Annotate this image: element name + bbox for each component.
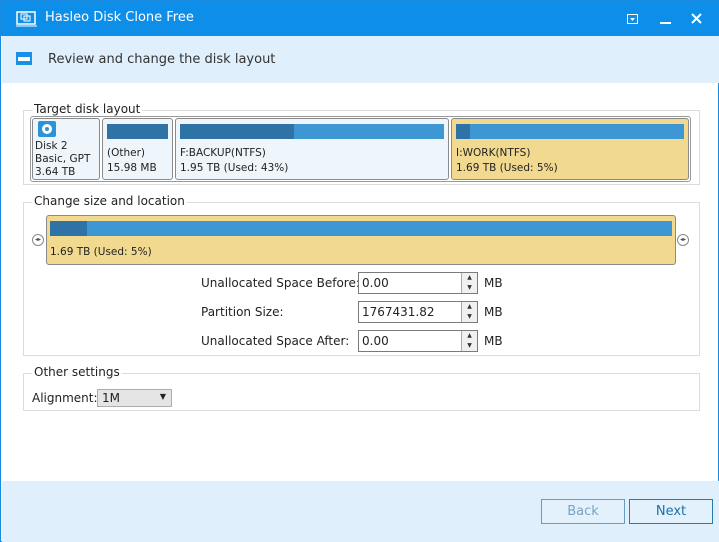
group-label: Other settings: [32, 365, 122, 379]
partition-name: F:BACKUP(NTFS): [180, 147, 266, 159]
partition-size-input[interactable]: 1767431.82 ▲ ▼: [358, 301, 478, 323]
minimize-button[interactable]: [660, 22, 671, 24]
partition-other[interactable]: (Other) 15.98 MB: [102, 118, 173, 180]
used-fill: [50, 221, 88, 236]
chevron-down-icon: ▼: [159, 392, 166, 401]
unallocated-after-label: Unallocated Space After:: [201, 334, 350, 348]
partition-backup[interactable]: F:BACKUP(NTFS) 1.95 TB (Used: 43%): [175, 118, 449, 180]
selected-value: 1M: [102, 391, 120, 405]
value: 0.00: [362, 276, 389, 290]
unallocated-before-label: Unallocated Space Before:: [201, 276, 360, 290]
partition-size-label: Partition Size:: [201, 305, 284, 319]
partition-info: 15.98 MB: [107, 162, 157, 174]
spinner[interactable]: ▲ ▼: [461, 273, 477, 293]
unit-label: MB: [484, 276, 503, 290]
disk-type: Basic, GPT: [35, 153, 91, 165]
back-button[interactable]: Back: [541, 499, 625, 524]
value: 1767431.82: [362, 305, 435, 319]
disk-size: 3.64 TB: [35, 166, 76, 178]
disk-icon: [38, 121, 56, 137]
group-label: Target disk layout: [32, 102, 143, 116]
used-fill: [456, 124, 470, 139]
right-resize-handle[interactable]: ◂▸: [677, 234, 689, 246]
close-button[interactable]: [691, 13, 702, 24]
partition-info: 1.69 TB (Used: 5%): [456, 162, 558, 174]
value: 0.00: [362, 334, 389, 348]
partition-work-selected[interactable]: I:WORK(NTFS) 1.69 TB (Used: 5%): [451, 118, 689, 180]
usage-bar: [50, 221, 672, 236]
disk-name: Disk 2: [35, 140, 68, 152]
menu-icon[interactable]: [627, 14, 638, 24]
unit-label: MB: [484, 334, 503, 348]
alignment-select[interactable]: 1M ▼: [97, 389, 172, 407]
page-subtitle: Review and change the disk layout: [48, 52, 276, 67]
group-label: Change size and location: [32, 194, 187, 208]
title-bar: Hasleo Disk Clone Free: [1, 1, 719, 36]
unallocated-after-input[interactable]: 0.00 ▲ ▼: [358, 330, 478, 352]
used-fill: [180, 124, 294, 139]
partition-name: I:WORK(NTFS): [456, 147, 531, 159]
app-window: Hasleo Disk Clone Free Review and change…: [0, 0, 719, 542]
app-logo-icon: [16, 11, 37, 27]
partition-info: 1.95 TB (Used: 43%): [180, 162, 289, 174]
usage-bar: [107, 124, 168, 139]
usage-bar: [456, 124, 684, 139]
partition-name: (Other): [107, 147, 146, 159]
unallocated-before-input[interactable]: 0.00 ▲ ▼: [358, 272, 478, 294]
disk-layout-icon: [16, 52, 32, 65]
unit-label: MB: [484, 305, 503, 319]
disk-info-tile[interactable]: Disk 2 Basic, GPT 3.64 TB: [32, 118, 100, 180]
window-title: Hasleo Disk Clone Free: [45, 10, 194, 25]
spinner[interactable]: ▲ ▼: [461, 302, 477, 322]
spinner[interactable]: ▲ ▼: [461, 331, 477, 351]
next-button[interactable]: Next: [629, 499, 713, 524]
resize-partition-bar[interactable]: 1.69 TB (Used: 5%): [46, 215, 676, 265]
used-fill: [107, 124, 168, 139]
partition-info: 1.69 TB (Used: 5%): [50, 246, 152, 258]
usage-bar: [180, 124, 444, 139]
alignment-label: Alignment:: [32, 391, 98, 405]
left-resize-handle[interactable]: ◂▸: [32, 234, 44, 246]
